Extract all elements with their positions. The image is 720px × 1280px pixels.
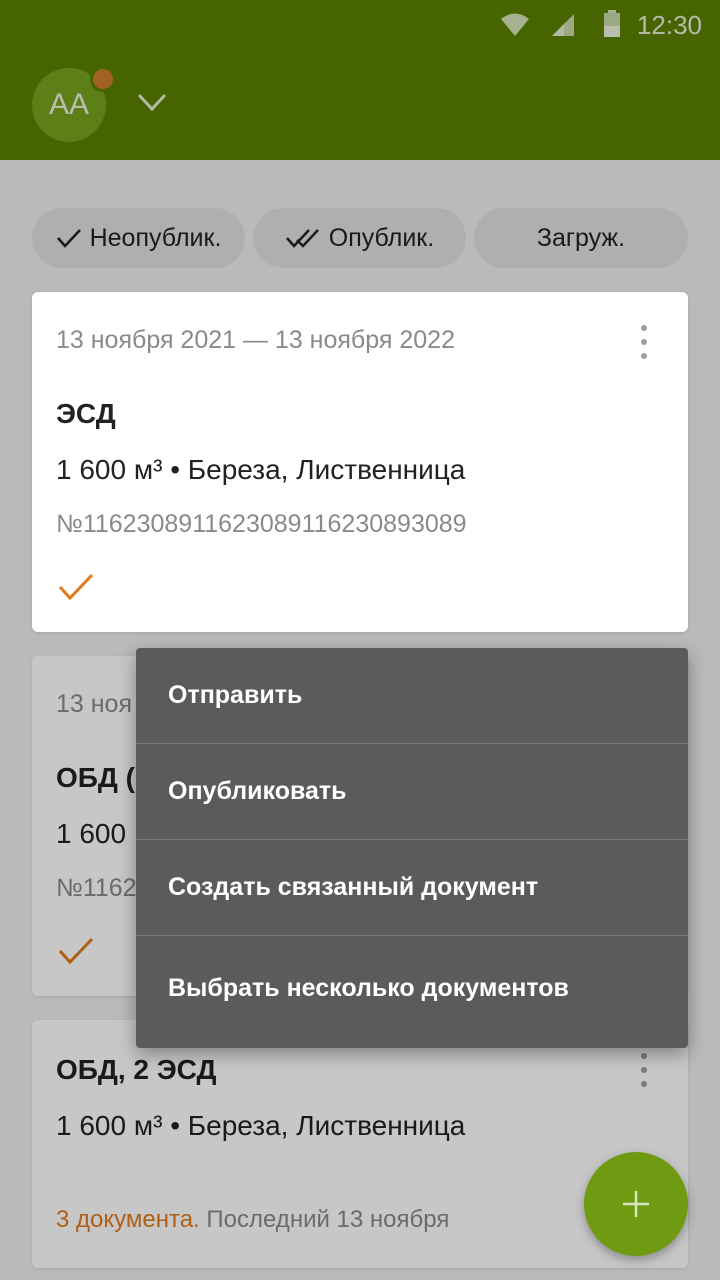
add-button[interactable] xyxy=(584,1152,688,1256)
check-icon xyxy=(58,573,94,601)
selected-document-card[interactable]: 13 ноября 2021 — 13 ноября 2022 ЭСД 1 60… xyxy=(32,292,688,632)
menu-item-select-multiple[interactable]: Выбрать несколько документов xyxy=(136,936,688,1040)
card-description: 1 600 м³ • Береза, Лиственница xyxy=(56,454,466,485)
card-number: №11623089116230891162308930​89 xyxy=(56,510,467,538)
menu-item-send[interactable]: Отправить xyxy=(136,648,688,744)
plus-icon xyxy=(623,1191,649,1217)
menu-item-publish[interactable]: Опубликовать xyxy=(136,744,688,840)
more-vert-icon[interactable] xyxy=(636,322,652,362)
context-menu: Отправить Опубликовать Создать связанный… xyxy=(136,648,688,1048)
dim-overlay[interactable] xyxy=(0,0,720,1280)
menu-item-create-linked[interactable]: Создать связанный документ xyxy=(136,840,688,936)
card-title: ЭСД xyxy=(56,398,116,429)
card-dates: 13 ноября 2021 — 13 ноября 2022 xyxy=(56,326,455,354)
